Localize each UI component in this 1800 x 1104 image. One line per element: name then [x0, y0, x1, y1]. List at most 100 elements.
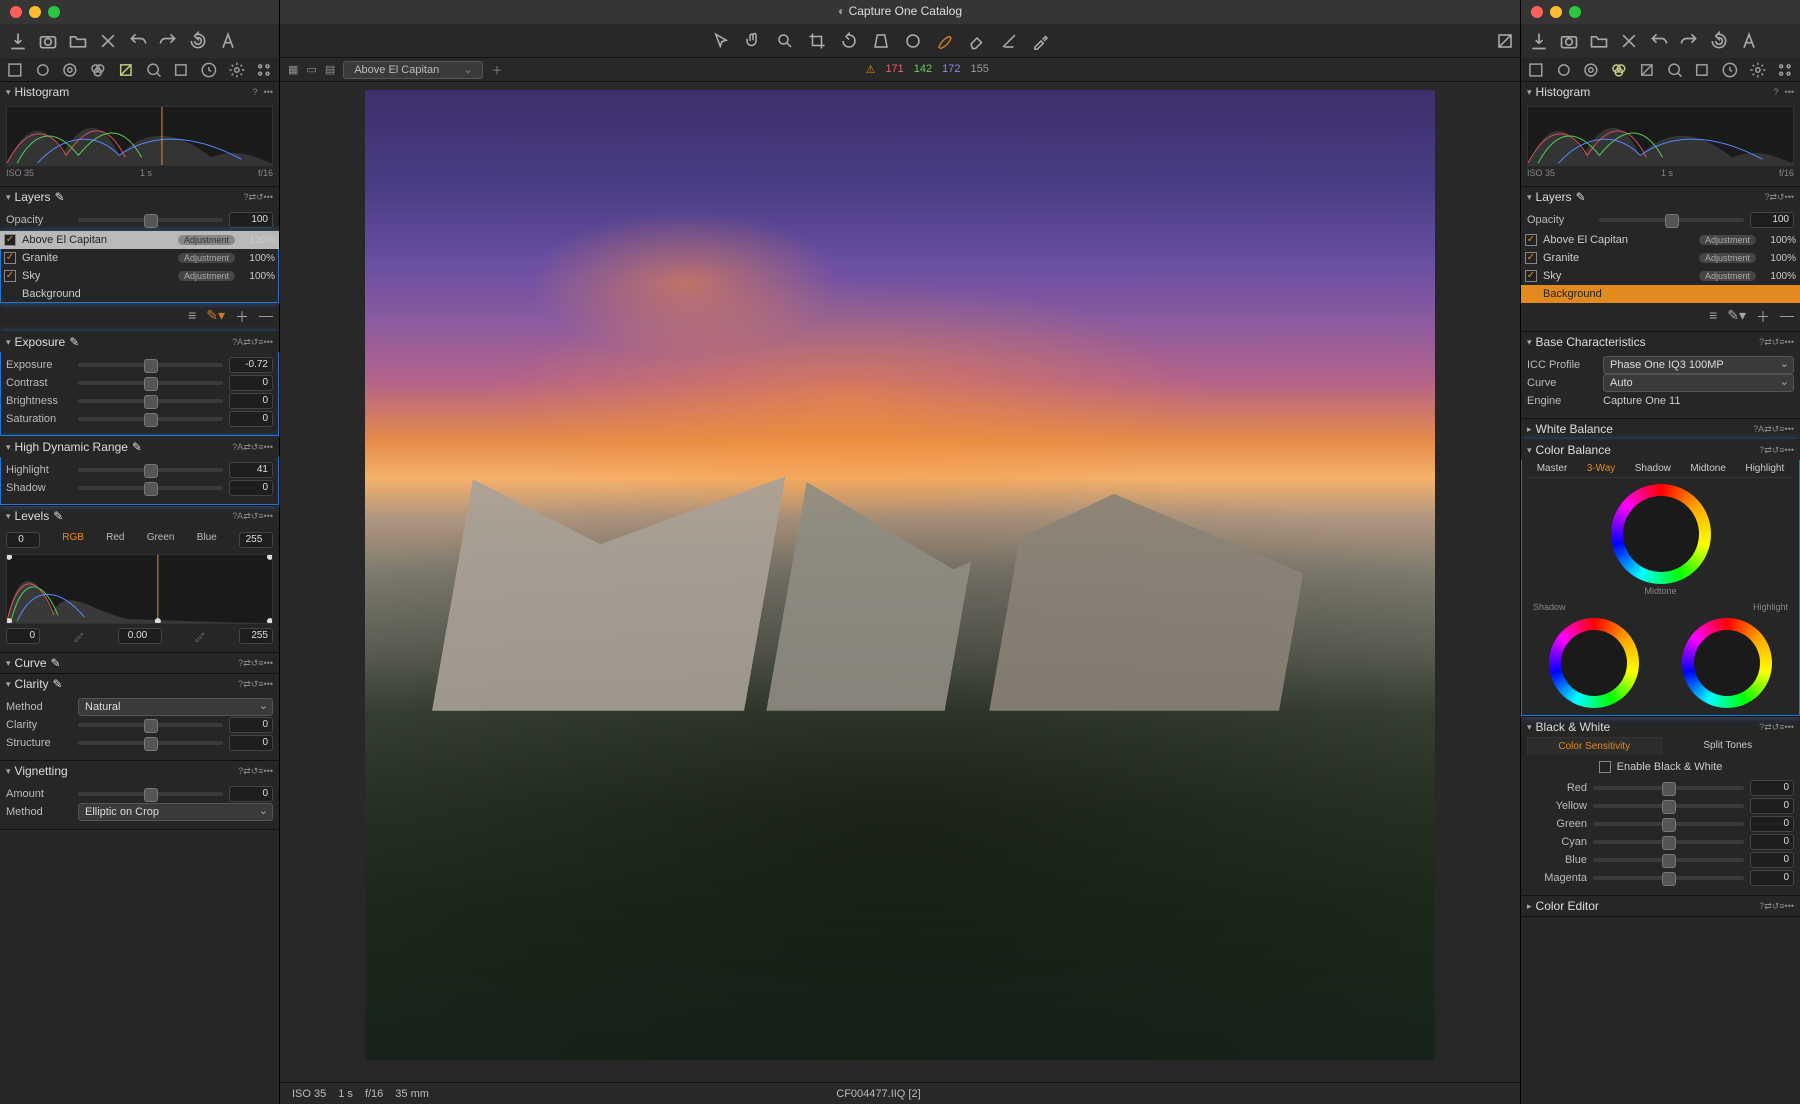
layer-row[interactable]: GraniteAdjustment100%: [0, 249, 279, 267]
levels-tab-green[interactable]: Green: [147, 532, 175, 548]
select-tool-icon[interactable]: [712, 32, 730, 50]
cb-tab-3way[interactable]: 3-Way: [1587, 463, 1616, 474]
gradient-tool-icon[interactable]: [1000, 32, 1018, 50]
details-icon[interactable]: [145, 61, 163, 79]
image-preview[interactable]: [365, 90, 1435, 1060]
gear-icon[interactable]: [228, 61, 246, 79]
levels-tab-blue[interactable]: Blue: [197, 532, 217, 548]
bw-enable-check[interactable]: [1599, 761, 1611, 773]
more-icon[interactable]: [1776, 61, 1794, 79]
hand-tool-icon[interactable]: [744, 32, 762, 50]
details-icon[interactable]: [1666, 61, 1684, 79]
spot-tool-icon[interactable]: [904, 32, 922, 50]
import-icon[interactable]: [1529, 31, 1549, 51]
layers-brush-icon[interactable]: ✎▾: [206, 307, 225, 327]
bw-green-slider[interactable]: [1593, 822, 1744, 826]
auto-a-icon[interactable]: [218, 31, 238, 51]
eyedropper-white-icon[interactable]: [194, 630, 206, 642]
levels-hi[interactable]: 255: [239, 532, 273, 548]
import-icon[interactable]: [8, 31, 28, 51]
adjust-icon[interactable]: [1693, 61, 1711, 79]
adjust-icon[interactable]: [172, 61, 190, 79]
layer-row[interactable]: Background: [0, 285, 279, 303]
bw-yellow-slider[interactable]: [1593, 804, 1744, 808]
highlight-value[interactable]: 41: [229, 462, 273, 478]
cb-tab-master[interactable]: Master: [1537, 463, 1568, 474]
layers-remove-icon[interactable]: —: [259, 307, 273, 327]
cb-tab-shadow[interactable]: Shadow: [1635, 463, 1671, 474]
layer-row[interactable]: SkyAdjustment100%: [0, 267, 279, 285]
levels-histogram[interactable]: [6, 554, 273, 624]
picker-tool-icon[interactable]: [1032, 32, 1050, 50]
clarity-slider[interactable]: [78, 723, 223, 727]
layer-check[interactable]: [4, 252, 16, 264]
structure-slider[interactable]: [78, 741, 223, 745]
saturation-slider[interactable]: [78, 417, 223, 421]
exposure-icon[interactable]: [1638, 61, 1656, 79]
brightness-value[interactable]: 0: [229, 393, 273, 409]
lens-icon[interactable]: [61, 61, 79, 79]
clarity-method[interactable]: Natural: [78, 698, 273, 716]
layers-align-icon[interactable]: ≡: [188, 307, 196, 327]
rotate-tool-icon[interactable]: [840, 32, 858, 50]
crop-tool-icon[interactable]: [808, 32, 826, 50]
layer-row[interactable]: Above El CapitanAdjustment100%: [0, 231, 279, 249]
warning-icon[interactable]: ⚠: [866, 63, 876, 76]
layers-align-icon[interactable]: ≡: [1709, 307, 1717, 327]
auto-a-icon[interactable]: [1739, 31, 1759, 51]
library-icon[interactable]: [1527, 61, 1545, 79]
exposure-slider[interactable]: [78, 363, 223, 367]
levels-tab-red[interactable]: Red: [106, 532, 124, 548]
eraser-tool-icon[interactable]: [968, 32, 986, 50]
layers-brush-icon[interactable]: ✎▾: [1727, 307, 1746, 327]
cb-wheel-shadow[interactable]: [1549, 618, 1639, 708]
bw-tab-split[interactable]: Split Tones: [1662, 737, 1795, 755]
undo-icon[interactable]: [128, 31, 148, 51]
layer-row[interactable]: SkyAdjustment100%: [1521, 267, 1800, 285]
contrast-value[interactable]: 0: [229, 375, 273, 391]
levels-lo[interactable]: 0: [6, 532, 40, 548]
capture-icon[interactable]: [34, 61, 52, 79]
breadcrumb-select[interactable]: Above El Capitan⌄: [343, 61, 483, 79]
color-icon[interactable]: [89, 61, 107, 79]
opacity-value[interactable]: 100: [229, 212, 273, 228]
layers-add-icon[interactable]: ＋: [235, 307, 249, 327]
bw-red-slider[interactable]: [1593, 786, 1744, 790]
add-bc-icon[interactable]: ＋: [491, 62, 502, 78]
camera-icon[interactable]: [38, 31, 58, 51]
cb-wheel-midtone[interactable]: [1611, 484, 1711, 584]
layer-check[interactable]: [1525, 252, 1537, 264]
cb-tab-highlight[interactable]: Highlight: [1745, 463, 1784, 474]
keystone-tool-icon[interactable]: [872, 32, 890, 50]
shadow-slider[interactable]: [78, 486, 223, 490]
exposure-value[interactable]: -0.72: [229, 357, 273, 373]
folder-icon[interactable]: [68, 31, 88, 51]
levels-mid[interactable]: 0.00: [118, 628, 162, 644]
zoom-tool-icon[interactable]: [776, 32, 794, 50]
bw-tab-sens[interactable]: Color Sensitivity: [1527, 737, 1662, 755]
undo-icon[interactable]: [1649, 31, 1669, 51]
bw-magenta-slider[interactable]: [1593, 876, 1744, 880]
lens-icon[interactable]: [1582, 61, 1600, 79]
color-tab-icon[interactable]: [1610, 61, 1628, 79]
highlight-slider[interactable]: [78, 468, 223, 472]
levels-black[interactable]: 0: [6, 628, 40, 644]
zoom-window[interactable]: [48, 6, 60, 18]
minimize-window[interactable]: [29, 6, 41, 18]
fullscreen-icon[interactable]: [1496, 32, 1514, 50]
multi-view-icon[interactable]: ▤: [325, 63, 335, 76]
brush-tool-icon[interactable]: [936, 32, 954, 50]
cb-wheel-highlight[interactable]: [1682, 618, 1772, 708]
capture-icon[interactable]: [1555, 61, 1573, 79]
layer-check[interactable]: [4, 270, 16, 282]
minimize-window-r[interactable]: [1550, 6, 1562, 18]
levels-white[interactable]: 255: [239, 628, 273, 644]
grid-view-icon[interactable]: ▦: [288, 63, 298, 76]
layer-row[interactable]: Background: [1521, 285, 1800, 303]
opacity-slider-r[interactable]: [1599, 218, 1744, 222]
exposure-tab-icon[interactable]: [117, 61, 135, 79]
levels-tab-rgb[interactable]: RGB: [62, 532, 84, 548]
rotate-icon[interactable]: [1709, 31, 1729, 51]
vignette-method[interactable]: Elliptic on Crop: [78, 803, 273, 821]
close-window-r[interactable]: [1531, 6, 1543, 18]
